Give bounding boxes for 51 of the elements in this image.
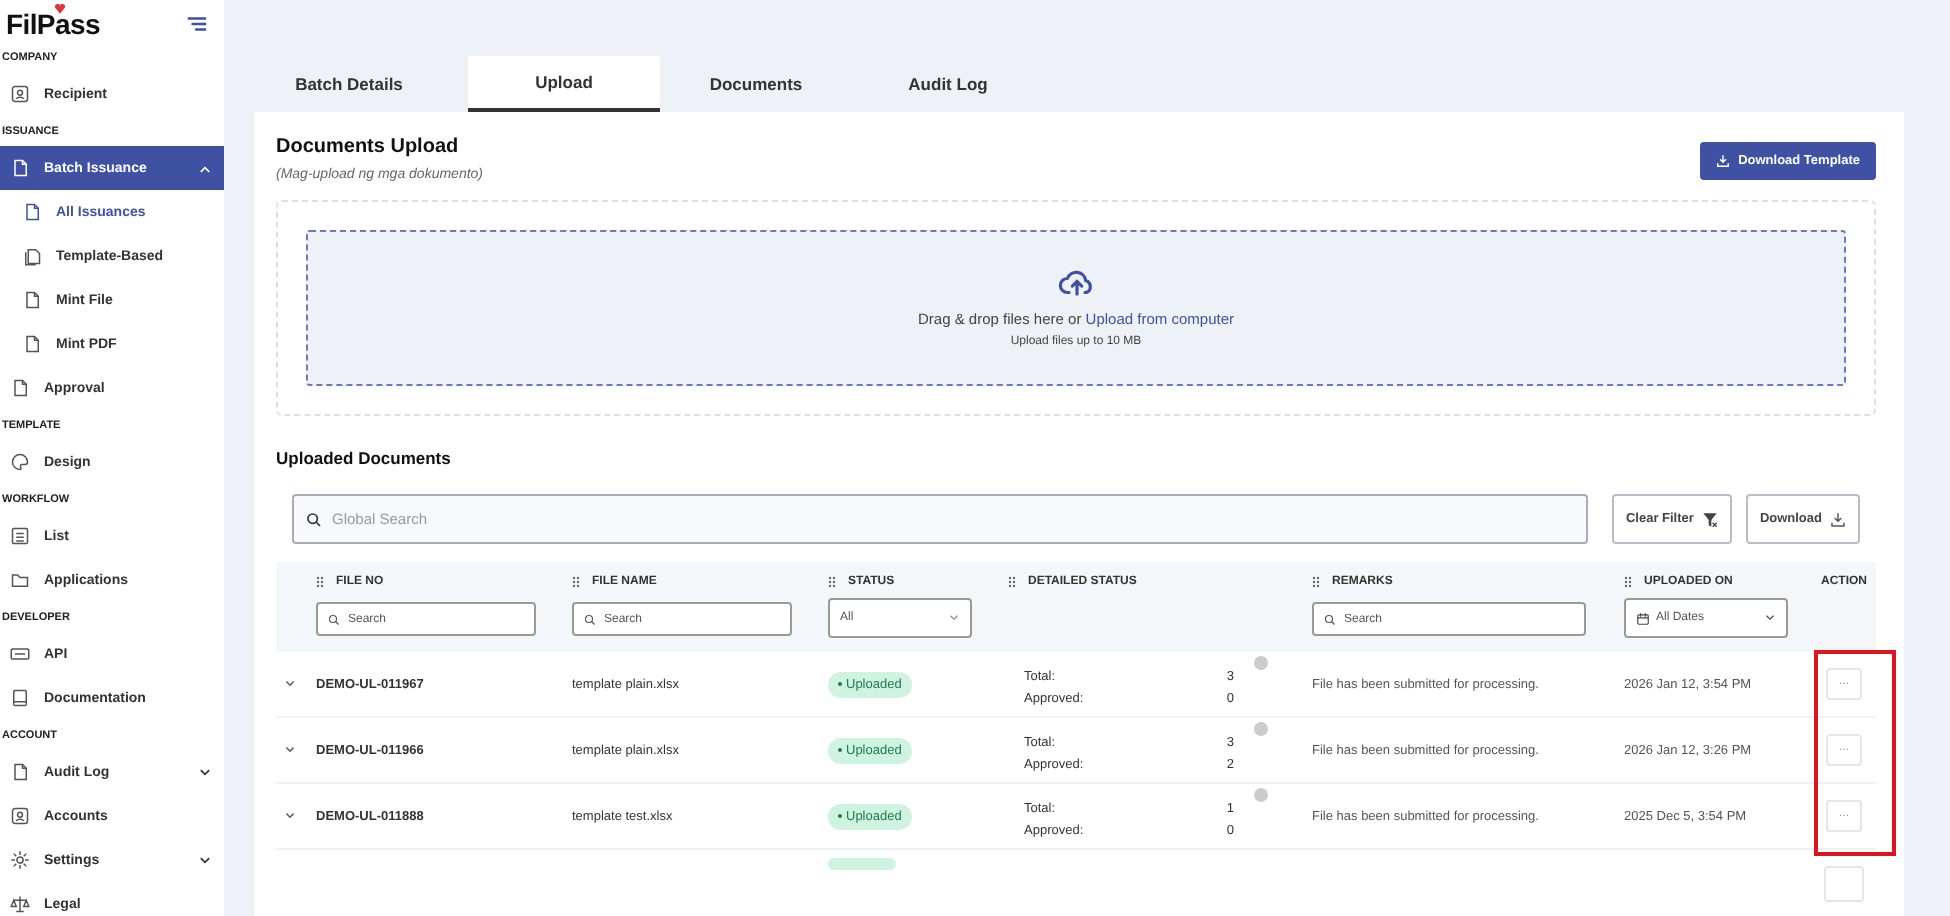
tab[interactable]: Batch Details: [254, 56, 444, 112]
book-icon: [10, 688, 30, 708]
palette-icon: [10, 452, 30, 472]
scale-icon: [10, 894, 30, 914]
tab[interactable]: Documents: [660, 56, 852, 112]
drag-handle-icon[interactable]: [828, 576, 836, 588]
chevron-down-icon: [198, 767, 212, 777]
search-icon: [328, 613, 340, 625]
section-title: Uploaded Documents: [276, 448, 453, 468]
indicator-dot: [1254, 788, 1268, 802]
drag-handle-icon[interactable]: [572, 576, 580, 588]
document-icon: [10, 378, 30, 398]
download-icon: [1716, 154, 1731, 168]
drag-handle-icon[interactable]: [1624, 576, 1632, 588]
drag-handle-icon[interactable]: [1312, 576, 1320, 588]
tab[interactable]: Upload: [468, 56, 660, 112]
person-icon: [10, 84, 30, 104]
cloud-upload-icon: [1057, 268, 1095, 298]
documents-icon: [22, 246, 42, 266]
chevron-down-icon[interactable]: [284, 746, 296, 754]
document-icon: [10, 762, 30, 782]
chevron-down-icon: [198, 855, 212, 865]
calendar-icon: [1636, 611, 1650, 625]
menu-icon[interactable]: [186, 16, 208, 32]
search-icon: [584, 613, 596, 625]
chevron-down-icon[interactable]: [284, 680, 296, 688]
person-icon: [10, 806, 30, 826]
filter-clear-icon: [1701, 511, 1718, 527]
section-title: Documents Upload: [276, 136, 461, 158]
chevron-down-icon: [948, 614, 960, 622]
chevron-up-icon: [198, 163, 212, 173]
tab[interactable]: Audit Log: [852, 56, 1044, 112]
drag-handle-icon[interactable]: [316, 576, 324, 588]
drag-handle-icon[interactable]: [1008, 576, 1016, 588]
indicator-dot: [1254, 656, 1268, 670]
status-badge: [828, 858, 896, 870]
indicator-dot: [1254, 722, 1268, 736]
document-icon: [22, 290, 42, 310]
document-icon: [10, 158, 30, 178]
download-icon: [1830, 511, 1846, 527]
chevron-down-icon: [1764, 614, 1776, 622]
search-icon: [1324, 613, 1336, 625]
settings-icon: [10, 850, 30, 870]
document-icon: [22, 202, 42, 222]
search-icon: [306, 511, 322, 527]
list-icon: [10, 526, 30, 546]
logo: FilPass: [6, 8, 100, 40]
document-icon: [22, 334, 42, 354]
api-icon: [10, 644, 30, 664]
folder-icon: [10, 570, 30, 590]
chevron-down-icon[interactable]: [284, 812, 296, 820]
